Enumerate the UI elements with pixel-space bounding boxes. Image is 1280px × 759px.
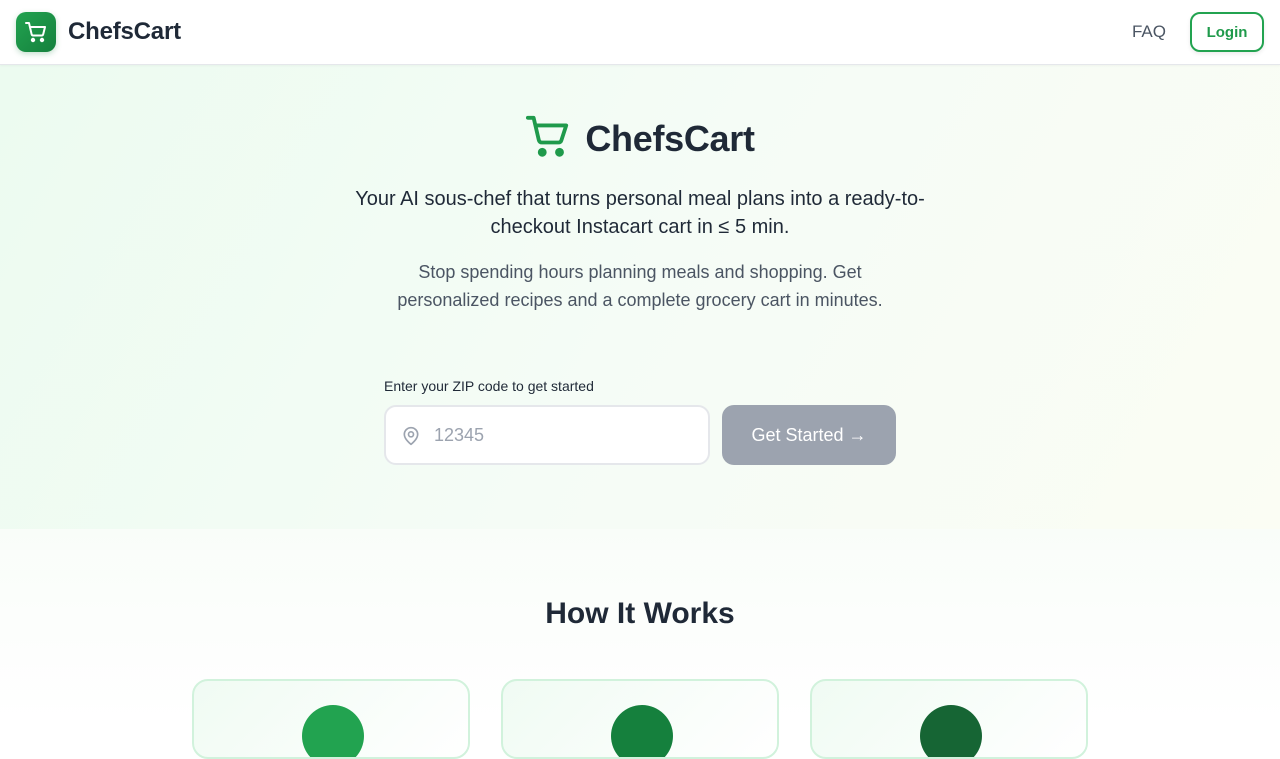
step-card-2 bbox=[501, 679, 779, 759]
step-card-3 bbox=[810, 679, 1088, 759]
how-it-works-section: How It Works bbox=[0, 529, 1280, 759]
top-navbar: ChefsCart FAQ Login bbox=[0, 0, 1280, 65]
hero-logo: ChefsCart bbox=[0, 113, 1280, 164]
step-card-1 bbox=[192, 679, 470, 759]
zip-code-label: Enter your ZIP code to get started bbox=[384, 378, 594, 394]
step-number-badge bbox=[920, 705, 982, 757]
main-nav: FAQ Login bbox=[1132, 12, 1264, 52]
login-button[interactable]: Login bbox=[1190, 12, 1264, 52]
zip-code-field[interactable] bbox=[384, 405, 710, 465]
brand-name: ChefsCart bbox=[68, 18, 181, 45]
shopping-cart-icon bbox=[525, 113, 571, 164]
hero-tagline: Your AI sous-chef that turns personal me… bbox=[355, 188, 925, 238]
section-title: How It Works bbox=[545, 597, 735, 630]
step-number-badge bbox=[611, 705, 673, 757]
map-pin-icon bbox=[401, 425, 421, 452]
hero-section: ChefsCart Your AI sous-chef that turns p… bbox=[0, 65, 1280, 529]
step-number-badge bbox=[302, 705, 364, 757]
hero-subtagline: Stop spending hours planning meals and s… bbox=[397, 262, 883, 310]
zip-code-input[interactable] bbox=[434, 407, 704, 463]
hero-brand-name: ChefsCart bbox=[585, 117, 755, 159]
brand-logo-link[interactable]: ChefsCart bbox=[16, 12, 181, 52]
nav-link-faq[interactable]: FAQ bbox=[1132, 22, 1166, 42]
get-started-button[interactable]: Get Started → bbox=[722, 405, 896, 465]
shopping-cart-icon bbox=[16, 12, 56, 52]
